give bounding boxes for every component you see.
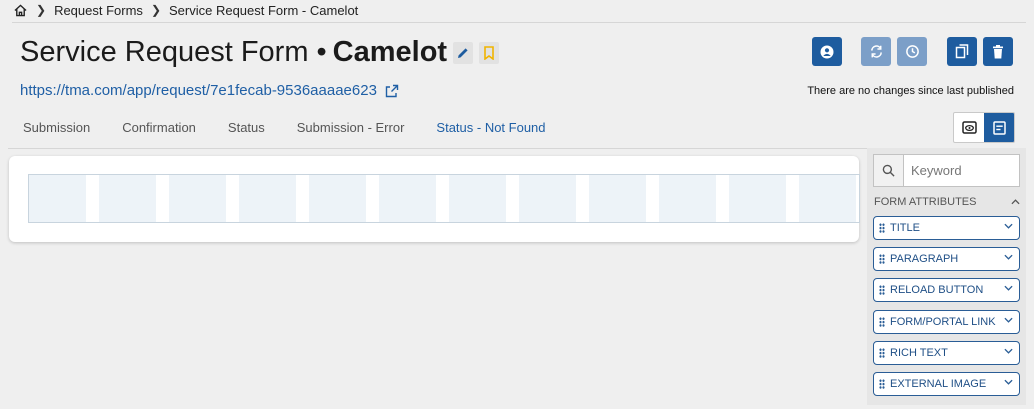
pencil-icon[interactable] [453,41,474,64]
attribute-label: PARAGRAPH [890,253,959,265]
attribute-item-form-portal-link[interactable]: FORM/PORTAL LINK [873,310,1020,334]
search-box [873,154,1020,187]
breadcrumb: ❯ Request Forms ❯ Service Request Form -… [12,0,358,20]
placeholder-cell [239,175,296,222]
attribute-item-title[interactable]: TITLE [873,216,1020,240]
tab-status[interactable]: Status [228,120,265,135]
copy-button[interactable] [947,37,977,66]
chevron-down-icon[interactable] [1004,285,1013,291]
chevron-down-icon[interactable] [1004,317,1013,323]
page-title-name: Camelot [332,36,448,68]
user-button[interactable] [812,37,842,66]
breadcrumb-request-forms[interactable]: Request Forms [54,3,143,18]
breadcrumb-current: Service Request Form - Camelot [169,2,359,18]
publish-status: There are no changes since last publishe… [807,85,1014,97]
tab-confirmation[interactable]: Confirmation [122,120,196,135]
sync-button[interactable] [861,37,891,66]
page-title-prefix: Service Request Form [20,36,309,68]
form-attributes-header[interactable]: FORM ATTRIBUTES [874,196,1020,208]
copy-icon [955,44,969,59]
form-url-text[interactable]: https://tma.com/app/request/7e1fecab-953… [20,82,377,99]
placeholder-cell [379,175,436,222]
bookmark-icon[interactable] [479,41,500,64]
chevron-up-icon[interactable] [1011,199,1020,205]
chevron-down-icon[interactable] [1004,254,1013,260]
form-editor-button[interactable] [984,113,1014,142]
attribute-label: EXTERNAL IMAGE [890,378,987,390]
tab-bar: Submission Confirmation Status Submissio… [23,120,578,135]
page-title: Service Request Form • Camelot [20,36,500,69]
drag-handle-icon[interactable] [879,254,885,264]
placeholder-cell [799,175,856,222]
title-separator: • [316,36,327,68]
search-icon [874,155,904,186]
attribute-item-rich-text[interactable]: RICH TEXT [873,341,1020,365]
placeholder-cell [519,175,576,222]
form-icon [992,120,1006,135]
placeholder-cell [589,175,646,222]
form-canvas[interactable] [9,156,860,242]
drag-handle-icon[interactable] [879,379,885,389]
tab-submission-error[interactable]: Submission - Error [297,120,405,135]
placeholder-cell [99,175,156,222]
history-button[interactable] [897,37,927,66]
attribute-item-external-image[interactable]: EXTERNAL IMAGE [873,372,1020,396]
attribute-label: RICH TEXT [890,347,948,359]
attribute-label: TITLE [890,222,920,234]
chevron-right-icon: ❯ [150,3,161,17]
tab-status-not-found[interactable]: Status - Not Found [436,120,545,135]
chevron-down-icon[interactable] [1004,223,1013,229]
placeholder-cell [29,175,86,222]
home-icon[interactable] [12,2,28,18]
external-link-icon[interactable] [385,84,399,98]
view-toggle [953,112,1015,143]
attribute-item-reload-button[interactable]: RELOAD BUTTON [873,278,1020,302]
tab-submission[interactable]: Submission [23,120,90,135]
attribute-label: FORM/PORTAL LINK [890,316,996,328]
placeholder-cell [309,175,366,222]
drag-handle-icon[interactable] [879,348,885,358]
preview-button[interactable] [954,113,984,142]
history-icon [905,45,919,58]
form-url-link[interactable]: https://tma.com/app/request/7e1fecab-953… [20,82,399,99]
attribute-item-paragraph[interactable]: PARAGRAPH [873,247,1020,271]
attribute-label: RELOAD BUTTON [890,284,984,296]
sync-icon [870,45,882,58]
chevron-right-icon: ❯ [36,3,47,17]
search-input[interactable] [904,155,1019,186]
form-attributes-title: FORM ATTRIBUTES [874,196,977,208]
delete-button[interactable] [983,37,1013,66]
eye-icon [961,121,977,134]
user-icon [820,45,834,58]
placeholder-cell [449,175,506,222]
attributes-panel: FORM ATTRIBUTES TITLE PARAGRAPH RELOAD B… [867,148,1026,405]
drag-handle-icon[interactable] [879,223,885,233]
drag-handle-icon[interactable] [879,285,885,295]
divider [12,22,1026,23]
drop-zone[interactable] [28,174,860,223]
placeholder-cell [659,175,716,222]
chevron-down-icon[interactable] [1004,379,1013,385]
drag-handle-icon[interactable] [879,317,885,327]
placeholder-cell [729,175,786,222]
placeholder-cell [169,175,226,222]
trash-icon [993,44,1003,58]
chevron-down-icon[interactable] [1004,348,1013,354]
